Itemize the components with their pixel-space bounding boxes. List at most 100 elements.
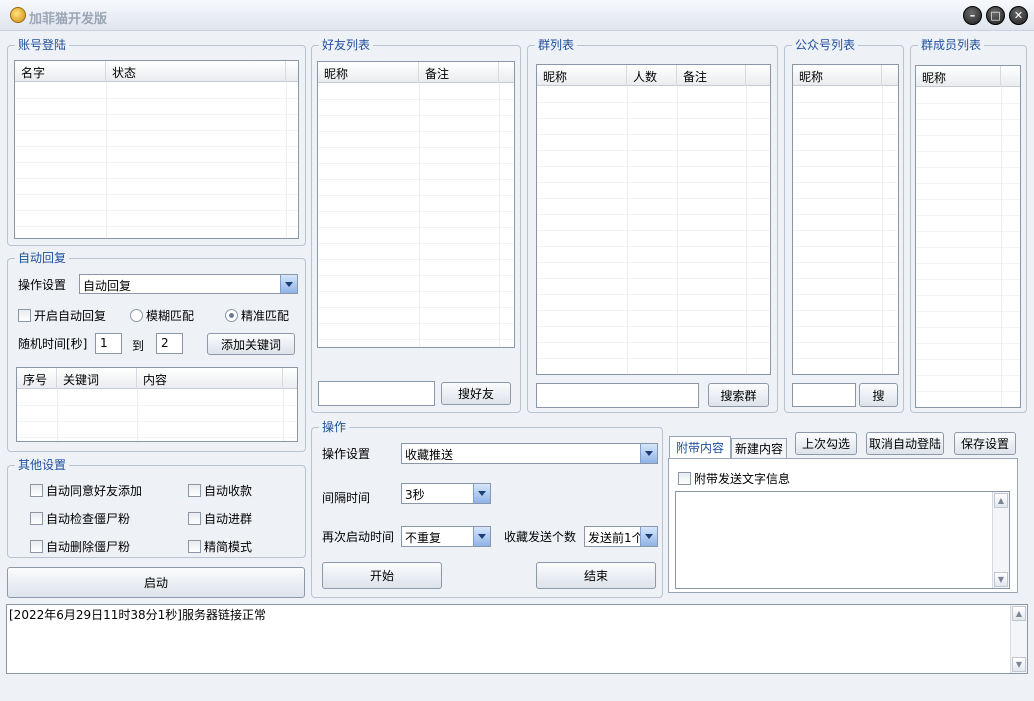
- column-remark[interactable]: 备注: [677, 65, 746, 86]
- account-list-header: 名字 状态: [15, 61, 298, 82]
- column-member-count[interactable]: 人数: [627, 65, 677, 86]
- auto-accept-friend-label: 自动同意好友添加: [46, 484, 143, 498]
- attach-tab-content: 附带发送文字信息 ▲ ▼: [668, 458, 1018, 593]
- simple-mode-checkbox[interactable]: 精简模式: [188, 538, 252, 555]
- group-member-list[interactable]: 昵称: [915, 65, 1021, 408]
- friend-list-group: 好友列表 昵称 备注 搜好友: [311, 38, 521, 413]
- add-keyword-button[interactable]: 添加关键词: [207, 333, 295, 355]
- account-list[interactable]: 名字 状态: [14, 60, 299, 239]
- official-search-input[interactable]: [792, 383, 856, 407]
- auto-delete-zombie-checkbox[interactable]: 自动删除僵尸粉: [30, 538, 130, 555]
- time-to-input[interactable]: 2: [156, 333, 183, 354]
- random-time-label: 随机时间[秒]: [18, 337, 88, 351]
- attach-scrollbar[interactable]: ▲ ▼: [992, 492, 1009, 588]
- group-search-input[interactable]: [536, 383, 699, 408]
- search-official-button[interactable]: 搜: [859, 383, 898, 407]
- attach-text-label: 附带发送文字信息: [694, 472, 791, 486]
- friend-search-input[interactable]: [318, 381, 435, 406]
- checkbox-icon[interactable]: [30, 512, 43, 525]
- column-name[interactable]: 名字: [15, 61, 106, 82]
- column-keyword[interactable]: 关键词: [57, 368, 137, 389]
- checkbox-icon[interactable]: [30, 540, 43, 553]
- account-login-title: 账号登陆: [15, 38, 70, 52]
- checkbox-icon[interactable]: [18, 309, 31, 322]
- column-content[interactable]: 内容: [137, 368, 283, 389]
- column-remark[interactable]: 备注: [419, 62, 499, 83]
- attach-text-checkbox[interactable]: 附带发送文字信息: [678, 470, 790, 487]
- checkbox-icon[interactable]: [30, 484, 43, 497]
- chevron-down-icon[interactable]: [280, 275, 297, 293]
- official-account-group: 公众号列表 昵称 搜: [784, 38, 904, 413]
- auto-delete-zombie-label: 自动删除僵尸粉: [46, 540, 131, 554]
- tab-new-content[interactable]: 新建内容: [731, 438, 787, 458]
- auto-accept-friend-checkbox[interactable]: 自动同意好友添加: [30, 482, 142, 499]
- scroll-down-icon[interactable]: ▼: [994, 572, 1008, 587]
- log-text-area[interactable]: [2022年6月29日11时38分1秒]服务器链接正常 ▲ ▼: [6, 604, 1028, 674]
- scroll-up-icon[interactable]: ▲: [994, 493, 1008, 508]
- column-nickname[interactable]: 昵称: [793, 65, 882, 86]
- chevron-down-icon[interactable]: [640, 527, 657, 546]
- minimize-icon[interactable]: –: [963, 6, 982, 25]
- fuzzy-match-radio[interactable]: 模糊匹配: [130, 307, 194, 324]
- begin-button[interactable]: 开始: [322, 562, 442, 589]
- chevron-down-icon[interactable]: [473, 484, 490, 503]
- radio-selected-icon[interactable]: [225, 309, 238, 322]
- auto-check-zombie-checkbox[interactable]: 自动检查僵尸粉: [30, 510, 130, 527]
- enable-auto-reply-checkbox[interactable]: 开启自动回复: [18, 307, 106, 324]
- send-count-value: 发送前1个: [588, 531, 644, 545]
- radio-icon[interactable]: [130, 309, 143, 322]
- save-settings-button[interactable]: 保存设置: [954, 432, 1016, 455]
- tab-attach-content[interactable]: 附带内容: [669, 436, 731, 458]
- title-bar[interactable]: 加菲猫开发版 – □ ✕: [0, 0, 1034, 31]
- keyword-list-body: [17, 390, 297, 441]
- last-check-button[interactable]: 上次勾选: [795, 432, 857, 455]
- scroll-up-icon[interactable]: ▲: [1012, 606, 1026, 621]
- friend-list-header: 昵称 备注: [318, 62, 514, 83]
- exact-match-radio[interactable]: 精准匹配: [225, 307, 289, 324]
- checkbox-icon[interactable]: [188, 484, 201, 497]
- auto-receive-money-label: 自动收款: [204, 484, 253, 498]
- checkbox-icon[interactable]: [188, 540, 201, 553]
- search-group-button[interactable]: 搜索群: [708, 383, 769, 407]
- official-account-list[interactable]: 昵称: [792, 64, 899, 375]
- column-nickname[interactable]: 昵称: [537, 65, 627, 86]
- interval-select[interactable]: 3秒: [401, 483, 491, 504]
- attach-text-area[interactable]: ▲ ▼: [675, 491, 1010, 589]
- group-list-body: [537, 87, 770, 374]
- account-list-body: [15, 83, 298, 238]
- auto-reply-op-select[interactable]: 自动回复: [79, 274, 298, 294]
- auto-reply-title: 自动回复: [15, 251, 70, 265]
- group-member-group: 群成员列表 昵称: [910, 38, 1027, 413]
- maximize-icon[interactable]: □: [986, 6, 1005, 25]
- operation-op-value: 收藏推送: [405, 448, 454, 462]
- column-index[interactable]: 序号: [17, 368, 57, 389]
- group-member-list-body: [916, 88, 1020, 407]
- chevron-down-icon[interactable]: [473, 527, 490, 546]
- auto-receive-money-checkbox[interactable]: 自动收款: [188, 482, 252, 499]
- close-icon[interactable]: ✕: [1009, 6, 1028, 25]
- friend-list[interactable]: 昵称 备注: [317, 61, 515, 348]
- restart-time-value: 不重复: [405, 531, 442, 545]
- group-member-title: 群成员列表: [918, 38, 985, 52]
- send-count-select[interactable]: 发送前1个: [584, 526, 658, 547]
- cancel-auto-login-button[interactable]: 取消自动登陆: [866, 432, 944, 455]
- end-button[interactable]: 结束: [536, 562, 656, 589]
- search-friend-button[interactable]: 搜好友: [441, 382, 511, 405]
- operation-op-select[interactable]: 收藏推送: [401, 443, 658, 464]
- column-nickname[interactable]: 昵称: [916, 66, 1001, 87]
- group-list[interactable]: 昵称 人数 备注: [536, 64, 771, 375]
- checkbox-icon[interactable]: [678, 472, 691, 485]
- column-nickname[interactable]: 昵称: [318, 62, 419, 83]
- scroll-down-icon[interactable]: ▼: [1012, 657, 1026, 672]
- time-from-input[interactable]: 1: [95, 333, 122, 354]
- simple-mode-label: 精简模式: [204, 540, 253, 554]
- operation-group: 操作 操作设置 收藏推送 间隔时间 3秒 再次启动时间 不重复 收藏发送个数 发…: [311, 420, 663, 598]
- restart-time-select[interactable]: 不重复: [401, 526, 491, 547]
- column-status[interactable]: 状态: [106, 61, 286, 82]
- log-scrollbar[interactable]: ▲ ▼: [1010, 605, 1027, 673]
- checkbox-icon[interactable]: [188, 512, 201, 525]
- keyword-list[interactable]: 序号 关键词 内容: [16, 367, 298, 442]
- chevron-down-icon[interactable]: [640, 444, 657, 463]
- start-button[interactable]: 启动: [7, 567, 305, 598]
- auto-join-group-checkbox[interactable]: 自动进群: [188, 510, 252, 527]
